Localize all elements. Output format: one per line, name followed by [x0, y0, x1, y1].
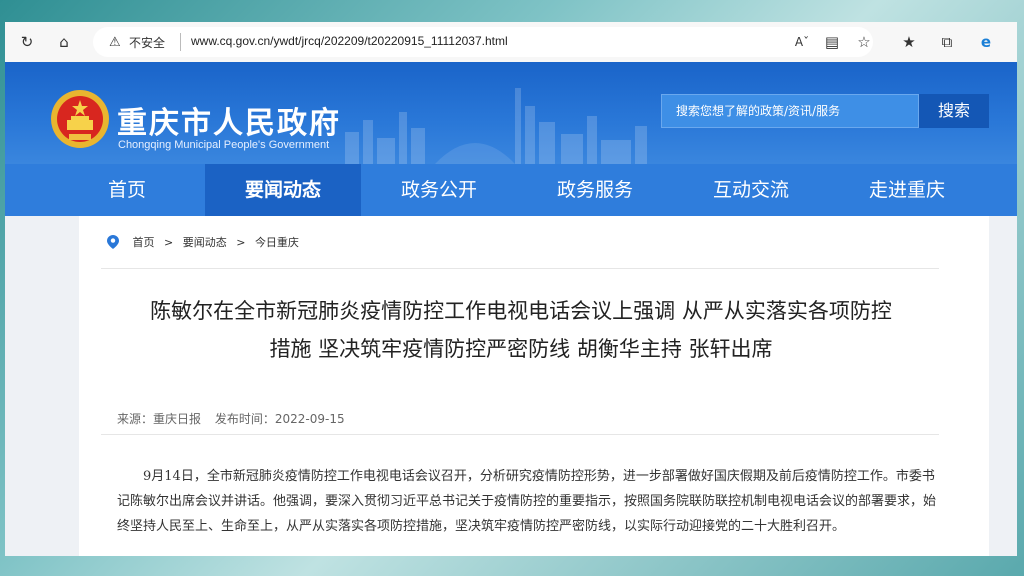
- article-date: 发布时间：2022-09-15: [214, 412, 345, 426]
- skyline-decoration: [345, 88, 647, 164]
- site-title[interactable]: 重庆市人民政府: [117, 98, 341, 142]
- article-body: 9月14日，全市新冠肺炎疫情防控工作电视电话会议召开，分析研究疫情防控形势，进一…: [117, 469, 937, 534]
- breadcrumb-news[interactable]: 要闻动态: [183, 236, 227, 249]
- address-bar[interactable]: ⚠ 不安全 www.cq.gov.cn/ywdt/jrcq/202209/t20…: [93, 27, 873, 57]
- right-margin: [989, 216, 1017, 556]
- article-panel: 首页 > 要闻动态 > 今日重庆 陈敏尔在全市新冠肺炎疫情防控工作电视电话会议上…: [79, 216, 989, 556]
- breadcrumb-home[interactable]: 首页: [133, 236, 155, 249]
- breadcrumb-today-chongqing[interactable]: 今日重庆: [255, 236, 299, 249]
- left-margin: [5, 216, 79, 556]
- favorites-icon[interactable]: ★: [900, 33, 918, 51]
- warning-icon[interactable]: ⚠: [109, 35, 121, 50]
- security-label[interactable]: 不安全: [129, 34, 165, 51]
- site-subtitle: Chongqing Municipal People's Government: [118, 139, 330, 151]
- reader-view-icon[interactable]: ▤: [823, 33, 841, 51]
- favorite-add-icon[interactable]: ☆: [855, 33, 873, 51]
- article-meta: 来源：重庆日报 发布时间：2022-09-15: [117, 410, 355, 427]
- divider: [101, 434, 939, 435]
- home-icon[interactable]: ⌂: [55, 33, 73, 51]
- nav-item-public-affairs[interactable]: 政务公开: [361, 164, 517, 216]
- browser-window: ↻ ⌂ ⚠ 不安全 www.cq.gov.cn/ywdt/jrcq/202209…: [5, 22, 1017, 556]
- search-input[interactable]: 搜索您想了解的政策/资讯/服务: [661, 94, 919, 128]
- nav-item-interaction[interactable]: 互动交流: [673, 164, 829, 216]
- search-button[interactable]: 搜索: [919, 94, 989, 128]
- nav-item-home[interactable]: 首页: [49, 164, 205, 216]
- browser-toolbar: ↻ ⌂ ⚠ 不安全 www.cq.gov.cn/ywdt/jrcq/202209…: [5, 22, 1017, 63]
- site-header: 重庆市人民政府 Chongqing Municipal People's Gov…: [5, 62, 1017, 164]
- divider: [101, 268, 939, 269]
- refresh-icon[interactable]: ↻: [18, 33, 36, 51]
- article-title-line: 措施 坚决筑牢疫情防控严密防线 胡衡华主持 张轩出席: [269, 337, 773, 361]
- url-text[interactable]: www.cq.gov.cn/ywdt/jrcq/202209/t20220915…: [191, 34, 508, 48]
- nav-item-services[interactable]: 政务服务: [517, 164, 673, 216]
- address-separator: [180, 33, 181, 51]
- article-title: 陈敏尔在全市新冠肺炎疫情防控工作电视电话会议上强调 从严从实落实各项防控 措施 …: [91, 292, 951, 368]
- nav-item-news[interactable]: 要闻动态: [205, 164, 361, 216]
- nav-item-about-chongqing[interactable]: 走进重庆: [829, 164, 985, 216]
- article-source: 来源：重庆日报: [117, 412, 202, 426]
- breadcrumb: 首页 > 要闻动态 > 今日重庆: [107, 234, 305, 250]
- read-aloud-icon[interactable]: Aˇ: [793, 33, 811, 51]
- article-title-line: 陈敏尔在全市新冠肺炎疫情防控工作电视电话会议上强调 从严从实落实各项防控: [150, 299, 892, 323]
- edge-icon[interactable]: e: [977, 33, 995, 51]
- collections-icon[interactable]: ⧉: [938, 33, 956, 51]
- breadcrumb-separator: >: [236, 236, 246, 249]
- national-emblem-icon: [51, 90, 109, 148]
- breadcrumb-separator: >: [164, 236, 174, 249]
- main-nav: 首页 要闻动态 政务公开 政务服务 互动交流 走进重庆: [5, 164, 1017, 216]
- location-pin-icon: [107, 235, 119, 249]
